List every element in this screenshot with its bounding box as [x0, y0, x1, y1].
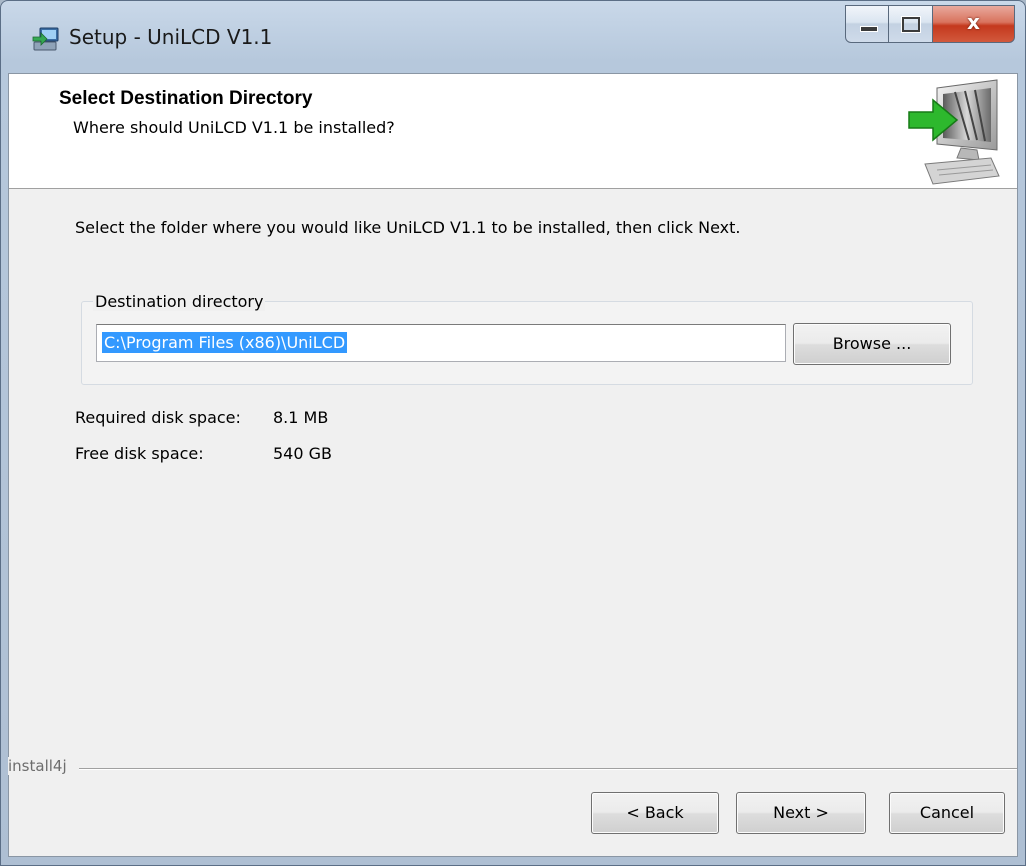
footer-divider	[79, 768, 1017, 770]
maximize-icon	[902, 17, 920, 32]
required-space-value: 8.1 MB	[273, 408, 329, 427]
close-button[interactable]: x	[933, 5, 1015, 43]
window-title: Setup - UniLCD V1.1	[69, 25, 273, 49]
setup-window: Setup - UniLCD V1.1 x Select Destination…	[0, 0, 1026, 866]
required-space-row: Required disk space: 8.1 MB	[75, 408, 328, 427]
page-subtitle: Where should UniLCD V1.1 be installed?	[73, 118, 395, 137]
caption-buttons: x	[845, 5, 1015, 43]
free-space-label: Free disk space:	[75, 444, 204, 463]
minimize-icon	[860, 26, 878, 32]
computer-install-arrow-icon	[908, 79, 1000, 185]
dialog-client: Select Destination Directory Where shoul…	[8, 73, 1018, 857]
minimize-button[interactable]	[845, 5, 889, 43]
free-space-row: Free disk space: 540 GB	[75, 444, 332, 463]
close-icon: x	[967, 10, 980, 34]
page-title: Select Destination Directory	[59, 88, 313, 109]
maximize-button[interactable]	[889, 5, 933, 43]
title-bar[interactable]: Setup - UniLCD V1.1 x	[1, 1, 1025, 73]
next-button[interactable]: Next >	[736, 792, 866, 834]
destination-path-value: C:\Program Files (x86)\UniLCD	[102, 332, 348, 353]
required-space-label: Required disk space:	[75, 408, 241, 427]
intro-text: Select the folder where you would like U…	[75, 218, 741, 237]
destination-group-label: Destination directory	[93, 292, 266, 311]
wizard-header: Select Destination Directory Where shoul…	[9, 74, 1017, 189]
destination-path-input[interactable]: C:\Program Files (x86)\UniLCD	[96, 324, 786, 362]
free-space-value: 540 GB	[273, 444, 332, 463]
cancel-button[interactable]: Cancel	[889, 792, 1005, 834]
browse-button[interactable]: Browse ...	[793, 323, 951, 365]
setup-computer-icon	[32, 27, 59, 51]
installer-brand: install4j	[8, 757, 75, 775]
back-button[interactable]: < Back	[591, 792, 719, 834]
